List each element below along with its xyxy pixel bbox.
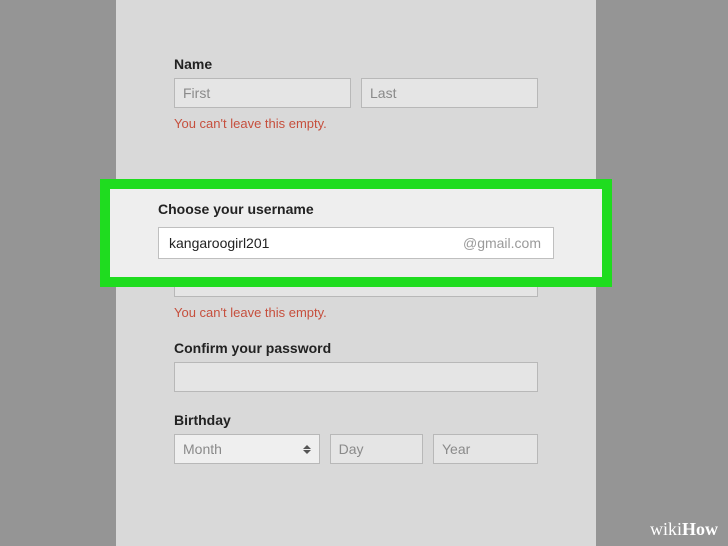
username-suffix: @gmail.com [463, 235, 553, 251]
confirm-password-label: Confirm your password [174, 340, 538, 356]
month-placeholder: Month [183, 441, 222, 457]
username-input[interactable] [159, 228, 463, 258]
birthday-month-select[interactable]: Month [174, 434, 320, 464]
watermark-suffix: How [682, 519, 718, 539]
username-input-wrap: @gmail.com [158, 227, 554, 259]
confirm-password-section: Confirm your password [174, 340, 538, 392]
first-name-input[interactable] [174, 78, 351, 108]
name-row [174, 78, 538, 108]
birthday-row: Month [174, 434, 538, 464]
password-error-text: You can't leave this empty. [174, 305, 538, 320]
name-label: Name [174, 56, 538, 72]
confirm-password-input[interactable] [174, 362, 538, 392]
username-label: Choose your username [158, 201, 554, 217]
birthday-year-input[interactable] [433, 434, 538, 464]
username-highlight-box: Choose your username @gmail.com [100, 179, 612, 287]
birthday-day-input[interactable] [330, 434, 423, 464]
last-name-input[interactable] [361, 78, 538, 108]
name-section: Name You can't leave this empty. [174, 56, 538, 131]
watermark-prefix: wiki [650, 519, 682, 539]
wikihow-watermark: wikiHow [650, 519, 718, 540]
dropdown-caret-icon [303, 445, 311, 454]
birthday-label: Birthday [174, 412, 538, 428]
name-error-text: You can't leave this empty. [174, 116, 538, 131]
birthday-section: Birthday Month [174, 412, 538, 464]
